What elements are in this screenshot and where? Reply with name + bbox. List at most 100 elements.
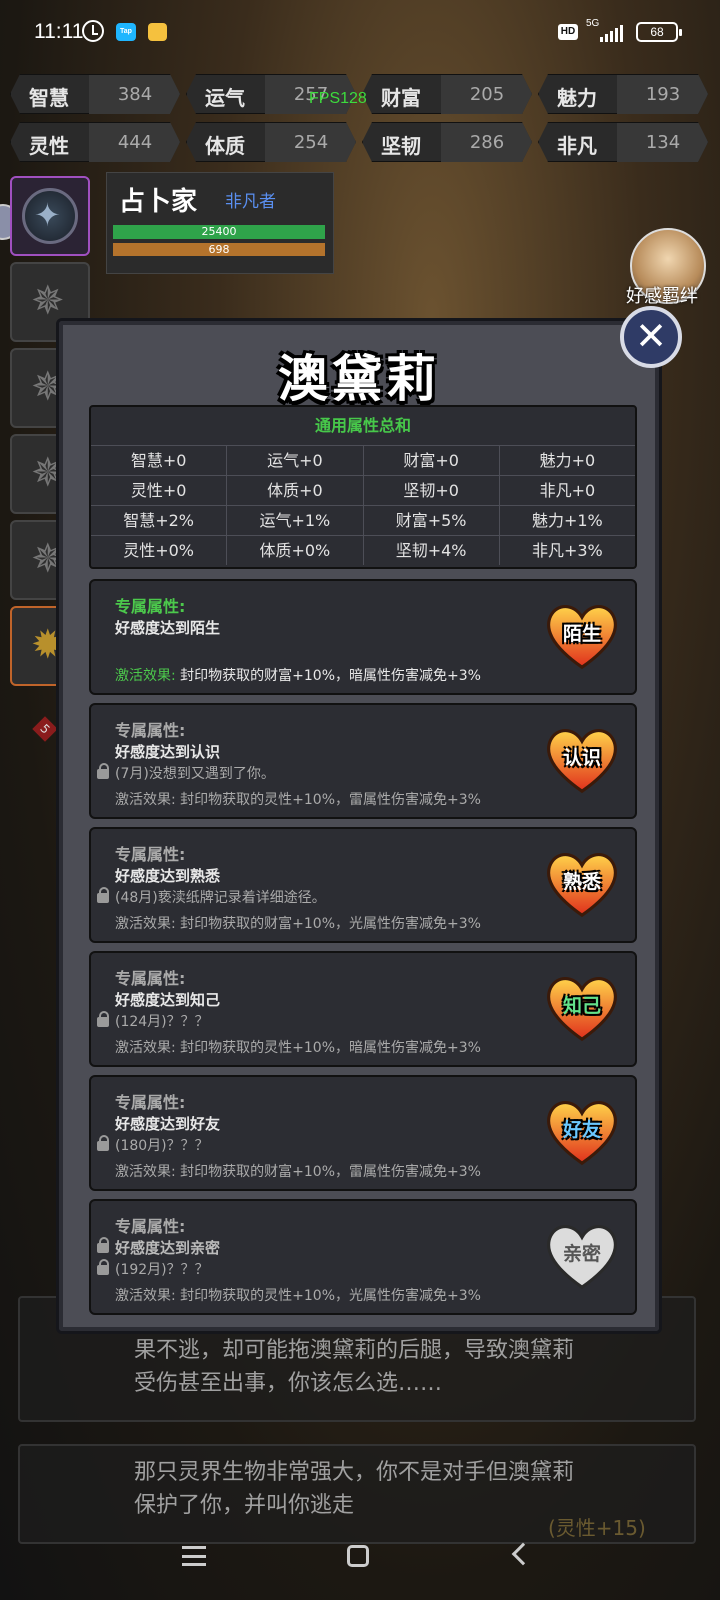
effect-text: 封印物获取的财富+10%，暗属性伤害减免+3%	[180, 668, 481, 684]
favor-tier-card-acquainted: 专属属性: 好感度达到认识 (7月)没想到又遇到了你。 激活效果: 封印物获取的…	[89, 703, 637, 819]
card-condition: 好感度达到陌生	[115, 619, 221, 637]
stat-value: 134	[617, 123, 708, 162]
card-effect: 激活效果: 封印物获取的灵性+10%，光属性伤害减免+3%	[115, 1285, 481, 1305]
effect-label: 激活效果:	[115, 668, 176, 684]
effect-label: 激活效果:	[115, 916, 176, 932]
attribute-summary-header: 通用属性总和	[314, 416, 411, 435]
attribute-cell: 财富+0	[362, 446, 499, 475]
side-badge: 5	[32, 716, 58, 742]
attribute-cell: 灵性+0	[130, 481, 187, 500]
stat-name: 体质	[205, 134, 245, 158]
fps-counter: FPS128	[309, 90, 367, 107]
story-line: 受伤甚至出事，你该怎么选……	[134, 1371, 443, 1396]
stat-constitution: 体质 254	[186, 122, 356, 162]
recent-apps-icon[interactable]	[182, 1546, 206, 1566]
stat-wealth: 财富 205	[362, 74, 532, 114]
modal-title: 澳黛莉	[278, 350, 440, 408]
card-condition: 好感度达到认识	[115, 743, 221, 761]
card-label: 专属属性:	[115, 597, 186, 616]
effect-text: 封印物获取的灵性+10%，光属性伤害减免+3%	[180, 1288, 481, 1304]
card-story: (192月)？？？	[115, 1262, 209, 1278]
story-option-1-text: 果不逃，却可能拖澳黛莉的后腿，导致澳黛莉 受伤甚至出事，你该怎么选……	[134, 1334, 574, 1400]
notes-app-icon	[148, 23, 167, 41]
attribute-cell: 运气+0	[226, 446, 362, 475]
lock-icon	[97, 1135, 109, 1151]
card-label: 专属属性:	[115, 1093, 186, 1112]
attribute-cell: 财富+5%	[362, 506, 499, 535]
battery-icon: 68	[636, 22, 682, 42]
attribute-cell: 灵性+0%	[123, 541, 195, 560]
effect-label: 激活效果:	[115, 1040, 176, 1056]
heart-badge-label: 知己	[562, 995, 601, 1017]
attribute-row: 智慧+2% 运气+1% 财富+5% 魅力+1%	[91, 505, 635, 535]
effect-text: 封印物获取的灵性+10%，雷属性伤害减免+3%	[180, 792, 481, 808]
effect-label: 激活效果:	[115, 1288, 176, 1304]
lock-icon	[97, 1011, 109, 1027]
network-type: 5G	[586, 18, 600, 29]
card-effect: 激活效果: 封印物获取的灵性+10%，雷属性伤害减免+3%	[115, 789, 481, 809]
stat-value: 286	[441, 123, 532, 162]
attribute-cell: 魅力+1%	[498, 506, 635, 535]
attribute-cell: 非凡+3%	[498, 536, 635, 565]
attribute-cell: 非凡+0	[498, 476, 635, 505]
hp-bar: 25400	[113, 225, 325, 239]
character-card: 占卜家 非凡者 25400 698	[106, 172, 334, 274]
mp-bar: 698	[113, 243, 325, 256]
story-line: 那只灵界生物非常强大，你不是对手但澳黛莉	[134, 1460, 575, 1485]
attribute-cell: 运气+1%	[226, 506, 362, 535]
character-rank: 非凡者	[225, 192, 276, 212]
card-story: (124月)？？？	[115, 1014, 209, 1030]
card-label: 专属属性:	[115, 721, 186, 740]
card-story: (7月)没想到又遇到了你。	[115, 766, 275, 782]
card-effect: 激活效果: 封印物获取的财富+10%，暗属性伤害减免+3%	[115, 665, 481, 685]
attribute-row: 灵性+0 体质+0 坚韧+0 非凡+0	[91, 475, 635, 505]
stat-value: 254	[265, 123, 356, 162]
effect-text: 封印物获取的灵性+10%，暗属性伤害减免+3%	[180, 1040, 481, 1056]
reward-hint: (灵性+15)	[548, 1516, 646, 1540]
card-label: 专属属性:	[115, 845, 186, 864]
card-condition: 好感度达到熟悉	[115, 867, 221, 885]
stat-name: 灵性	[29, 134, 69, 158]
lock-icon	[97, 887, 109, 903]
card-effect: 激活效果: 封印物获取的财富+10%，光属性伤害减免+3%	[115, 913, 481, 933]
card-effect: 激活效果: 封印物获取的灵性+10%，暗属性伤害减免+3%	[115, 1037, 481, 1057]
card-story: (48月)亵渎纸牌记录着详细途径。	[115, 890, 326, 906]
stat-charm: 魅力 193	[538, 74, 708, 114]
attribute-cell: 坚韧+4%	[362, 536, 499, 565]
signal-icon	[600, 24, 623, 42]
home-icon[interactable]	[347, 1545, 369, 1567]
back-icon[interactable]	[511, 1542, 535, 1566]
lock-icon	[97, 1259, 109, 1275]
close-icon: ✕	[635, 314, 667, 358]
stat-name: 财富	[381, 86, 421, 110]
stat-name: 坚韧	[381, 134, 421, 158]
stat-value: 193	[617, 75, 708, 114]
favor-tier-card-confidant: 专属属性: 好感度达到知己 (124月)？？？ 激活效果: 封印物获取的灵性+1…	[89, 951, 637, 1067]
favor-label: 好感羁绊	[626, 286, 698, 307]
stat-name: 运气	[205, 86, 245, 110]
attribute-cell: 智慧+2%	[123, 511, 195, 530]
story-line: 果不逃，却可能拖澳黛莉的后腿，导致澳黛莉	[134, 1338, 575, 1363]
card-label: 专属属性:	[115, 969, 186, 988]
story-option-2-text: 那只灵界生物非常强大，你不是对手但澳黛莉 保护了你，并叫你逃走	[134, 1456, 574, 1522]
card-effect: 激活效果: 封印物获取的财富+10%，雷属性伤害减免+3%	[115, 1161, 481, 1181]
attribute-row: 智慧+0 运气+0 财富+0 魅力+0	[91, 445, 635, 475]
attribute-cell: 坚韧+0	[362, 476, 499, 505]
close-button[interactable]: ✕	[620, 306, 682, 368]
stat-spirituality: 灵性 444	[10, 122, 180, 162]
status-bar: 11:11 Tap HD 5G 68	[0, 0, 720, 64]
attribute-row: 灵性+0% 体质+0% 坚韧+4% 非凡+3%	[91, 535, 635, 565]
attribute-cell: 魅力+0	[498, 446, 635, 475]
attribute-cell: 智慧+0	[130, 451, 187, 470]
favor-tier-card-intimate: 专属属性: 好感度达到亲密 (192月)？？？ 激活效果: 封印物获取的灵性+1…	[89, 1199, 637, 1315]
heart-badge-label: 熟悉	[562, 871, 601, 893]
hd-voice-icon: HD	[558, 24, 578, 40]
taptap-app-icon: Tap	[116, 23, 136, 41]
favor-tier-card-stranger: 专属属性: 好感度达到陌生 激活效果: 封印物获取的财富+10%，暗属性伤害减免…	[89, 579, 637, 695]
card-label: 专属属性:	[115, 1217, 186, 1236]
stat-toughness: 坚韧 286	[362, 122, 532, 162]
lock-icon	[97, 1237, 109, 1253]
character-portrait[interactable]: ✦	[10, 176, 90, 256]
attribute-cell: 体质+0	[226, 476, 362, 505]
card-condition: 好感度达到好友	[115, 1115, 221, 1133]
